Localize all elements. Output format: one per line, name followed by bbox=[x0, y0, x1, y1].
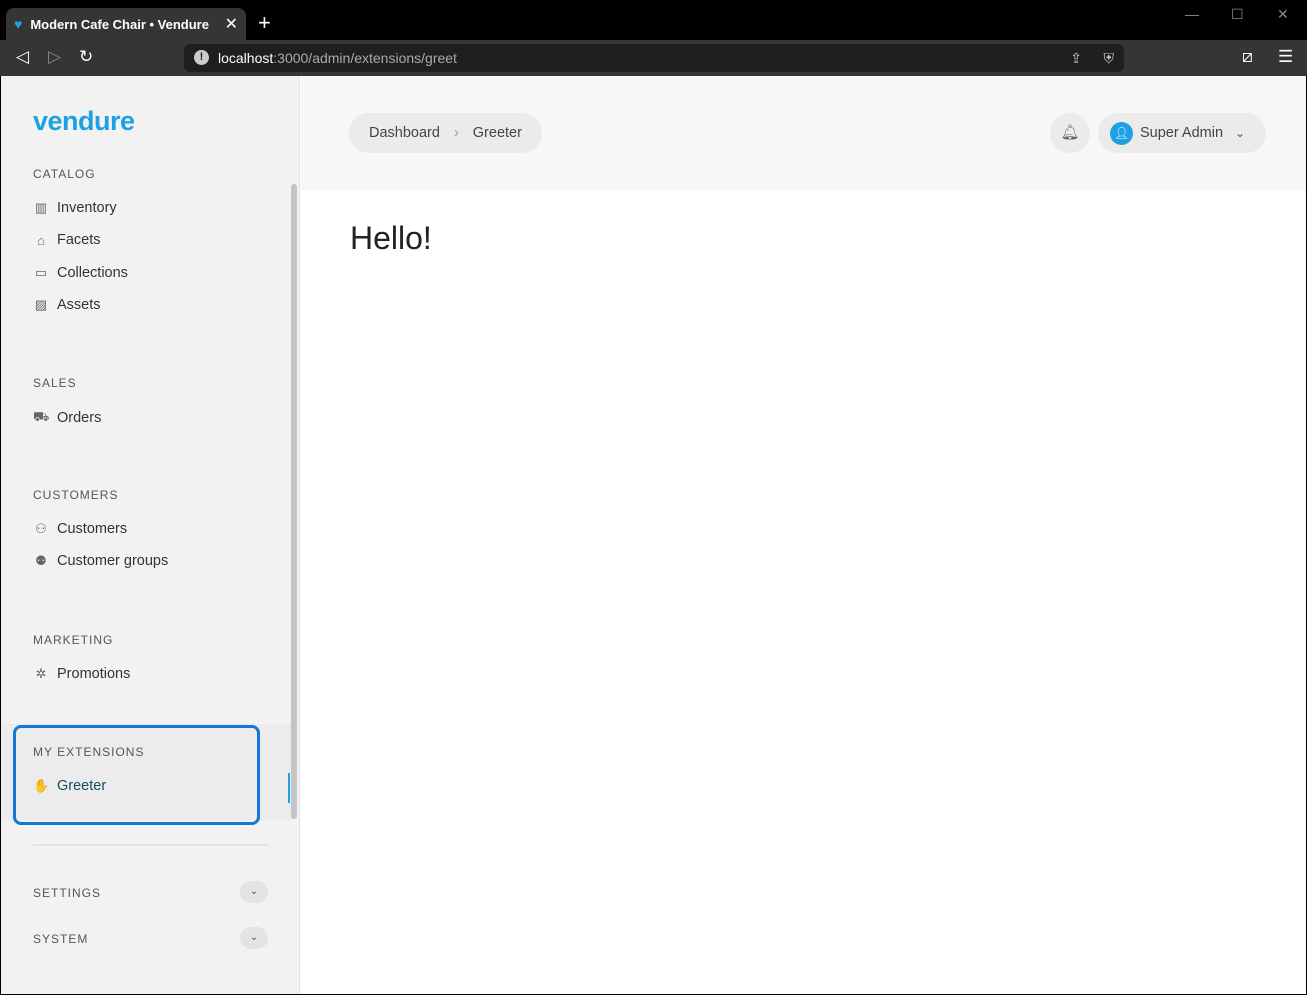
browser-toolbar: ◁ ▷ ↻ ! localhost:3000/admin/extensions/… bbox=[0, 40, 1307, 76]
section-customers: CUSTOMERS bbox=[33, 488, 119, 502]
bell-icon[interactable]: 🔔︎ bbox=[1050, 113, 1090, 153]
maximize-button[interactable]: ☐ bbox=[1231, 6, 1244, 23]
page-heading: Hello! bbox=[350, 220, 432, 256]
header: Dashboard › Greeter 🔔︎ 👤︎ Super Admin ⌄ bbox=[301, 76, 1306, 190]
nav-label: Collections bbox=[57, 265, 128, 281]
nav-label: Inventory bbox=[57, 200, 117, 216]
tab-title: Modern Cafe Chair • Vendure bbox=[30, 16, 209, 32]
brave-shield-icon[interactable]: ⛨ bbox=[1104, 50, 1115, 67]
reload-button[interactable]: ↻ bbox=[79, 47, 93, 67]
section-sales: SALES bbox=[33, 376, 77, 390]
user-menu[interactable]: 👤︎ Super Admin ⌄ bbox=[1098, 113, 1266, 153]
close-window-button[interactable]: ✕ bbox=[1277, 6, 1289, 23]
vendure-logo[interactable]: vendure bbox=[33, 106, 135, 137]
nav-customer-groups[interactable]: ⚉ Customer groups bbox=[33, 553, 168, 569]
url-path: :3000/admin/extensions/greet bbox=[273, 50, 457, 66]
minimize-button[interactable]: — bbox=[1185, 6, 1199, 22]
address-bar[interactable]: ! localhost:3000/admin/extensions/greet … bbox=[184, 44, 1124, 72]
site-info-icon[interactable]: ! bbox=[194, 50, 209, 65]
nav-customers[interactable]: ⚇ Customers bbox=[33, 521, 127, 537]
nav-label: Assets bbox=[57, 297, 101, 313]
nav-orders[interactable]: ⛟ Orders bbox=[33, 409, 101, 427]
menu-icon[interactable]: ☰ bbox=[1278, 47, 1293, 67]
expand-settings-chevron-icon[interactable]: ⌄ bbox=[240, 881, 268, 903]
users-icon: ⚉ bbox=[35, 553, 47, 568]
nav-label: Customers bbox=[57, 521, 128, 537]
nav-assets[interactable]: ▨ Assets bbox=[33, 297, 101, 313]
user-icon: ⚇ bbox=[35, 521, 47, 536]
nav-promotions[interactable]: ✲ Promotions bbox=[33, 666, 131, 682]
avatar: 👤︎ bbox=[1110, 121, 1133, 145]
nav-label: Promotions bbox=[57, 666, 131, 682]
folder-icon: ▭ bbox=[34, 265, 48, 280]
share-icon[interactable]: ⇪ bbox=[1070, 50, 1082, 67]
vendure-favicon-icon: ♥ bbox=[14, 16, 23, 32]
user-name: Super Admin bbox=[1140, 125, 1224, 141]
sidebar-scrollbar[interactable] bbox=[291, 184, 297, 819]
hand-icon: ✋ bbox=[33, 778, 50, 793]
chevron-right-icon: › bbox=[453, 125, 459, 141]
breadcrumb-dashboard[interactable]: Dashboard bbox=[369, 125, 440, 141]
new-tab-button[interactable]: + bbox=[258, 10, 271, 36]
nav-label: Customer groups bbox=[57, 553, 169, 569]
chevron-down-icon: ⌄ bbox=[1235, 126, 1246, 140]
brave-rewards-icon[interactable]: ⧄ bbox=[1242, 47, 1253, 67]
section-marketing: MARKETING bbox=[33, 633, 114, 647]
section-system[interactable]: SYSTEM bbox=[33, 932, 88, 946]
browser-tab[interactable]: ♥ Modern Cafe Chair • Vendure ✕ bbox=[6, 8, 246, 40]
breadcrumb: Dashboard › Greeter bbox=[349, 113, 542, 153]
expand-system-chevron-icon[interactable]: ⌄ bbox=[240, 927, 268, 949]
nav-label: Orders bbox=[57, 410, 102, 426]
section-settings[interactable]: SETTINGS bbox=[33, 886, 101, 900]
nav-inventory[interactable]: ▥ Inventory bbox=[33, 200, 117, 216]
forward-button[interactable]: ▷ bbox=[48, 47, 61, 67]
nav-collections[interactable]: ▭ Collections bbox=[33, 265, 128, 281]
back-button[interactable]: ◁ bbox=[16, 47, 29, 67]
active-indicator bbox=[288, 773, 290, 803]
nav-greeter[interactable]: ✋ Greeter bbox=[33, 778, 106, 794]
section-my-extensions: MY EXTENSIONS bbox=[33, 745, 145, 759]
tag-icon: ⌂ bbox=[37, 232, 45, 248]
browser-titlebar: ♥ Modern Cafe Chair • Vendure ✕ + — ☐ ✕ bbox=[0, 0, 1307, 40]
library-icon: ▥ bbox=[34, 200, 48, 215]
section-catalog: CATALOG bbox=[33, 167, 96, 181]
nav-label: Facets bbox=[57, 232, 101, 248]
url-host: localhost bbox=[218, 50, 274, 66]
nav-label: Greeter bbox=[57, 778, 107, 794]
close-tab-icon[interactable]: ✕ bbox=[225, 14, 238, 34]
app: vendure CATALOG ▥ Inventory ⌂ Facets ▭ Coll… bbox=[1, 76, 1306, 994]
sidebar: vendure CATALOG ▥ Inventory ⌂ Facets ▭ Coll… bbox=[1, 76, 300, 994]
divider bbox=[33, 844, 269, 846]
cart-icon: ⛟ bbox=[33, 409, 50, 424]
nav-facets[interactable]: ⌂ Facets bbox=[33, 232, 101, 248]
image-icon: ▨ bbox=[34, 297, 48, 312]
breadcrumb-greeter: Greeter bbox=[472, 125, 522, 141]
asterisk-icon: ✲ bbox=[35, 666, 47, 681]
highlight-box bbox=[13, 725, 260, 825]
